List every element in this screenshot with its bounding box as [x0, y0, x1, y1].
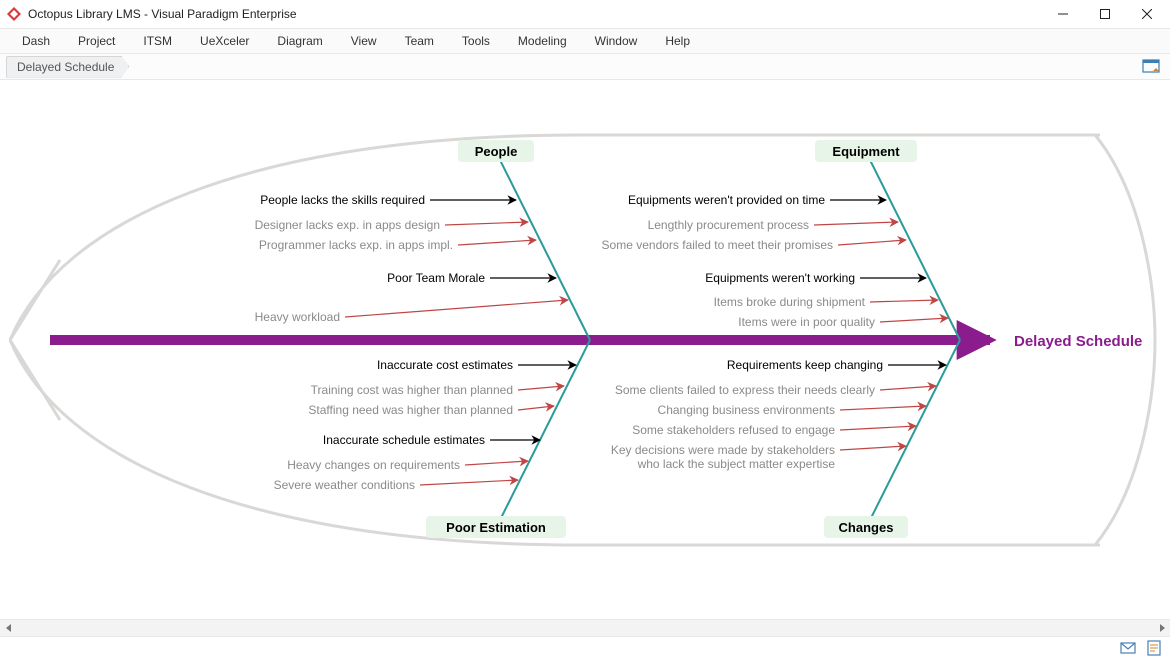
- equipment-p2s1[interactable]: Items broke during shipment: [714, 295, 866, 309]
- people-p2[interactable]: Poor Team Morale: [387, 271, 485, 285]
- estimation-p2[interactable]: Inaccurate schedule estimates: [323, 433, 485, 447]
- menu-dash[interactable]: Dash: [8, 30, 64, 52]
- bone-people[interactable]: People People lacks the skills required …: [255, 140, 590, 340]
- estimation-p1s1[interactable]: Training cost was higher than planned: [311, 383, 513, 397]
- changes-p1s3[interactable]: Some stakeholders refused to engage: [632, 423, 835, 437]
- maximize-button[interactable]: [1084, 0, 1126, 28]
- breadcrumb-tab[interactable]: Delayed Schedule: [6, 56, 129, 78]
- category-estimation-label: Poor Estimation: [446, 520, 546, 535]
- menu-modeling[interactable]: Modeling: [504, 30, 581, 52]
- equipment-p1s2[interactable]: Some vendors failed to meet their promis…: [602, 238, 833, 252]
- menu-itsm[interactable]: ITSM: [129, 30, 186, 52]
- bone-equipment[interactable]: Equipment Equipments weren't provided on…: [602, 140, 960, 340]
- changes-p1s2[interactable]: Changing business environments: [658, 403, 835, 417]
- fish-tail-bottom: [10, 340, 60, 420]
- effect-label[interactable]: Delayed Schedule: [1014, 333, 1142, 350]
- menu-bar: Dash Project ITSM UeXceler Diagram View …: [0, 28, 1170, 54]
- estimation-p1[interactable]: Inaccurate cost estimates: [377, 358, 513, 372]
- panel-toggle-icon[interactable]: [1142, 58, 1160, 76]
- menu-window[interactable]: Window: [581, 30, 652, 52]
- horizontal-scrollbar[interactable]: [0, 620, 1170, 637]
- status-bar: [0, 637, 1170, 658]
- people-p1[interactable]: People lacks the skills required: [260, 193, 425, 207]
- changes-p1s4b[interactable]: who lack the subject matter expertise: [637, 457, 836, 471]
- category-changes-label: Changes: [839, 520, 894, 535]
- fish-outline-top: [10, 135, 1100, 340]
- tab-bar: Delayed Schedule: [0, 54, 1170, 80]
- menu-diagram[interactable]: Diagram: [263, 30, 336, 52]
- window-title: Octopus Library LMS - Visual Paradigm En…: [28, 7, 1042, 21]
- changes-p1[interactable]: Requirements keep changing: [727, 358, 883, 372]
- people-p1s2[interactable]: Programmer lacks exp. in apps impl.: [259, 238, 453, 252]
- estimation-p2s2[interactable]: Severe weather conditions: [274, 478, 415, 492]
- changes-p1s1[interactable]: Some clients failed to express their nee…: [615, 383, 875, 397]
- people-p1s1[interactable]: Designer lacks exp. in apps design: [255, 218, 440, 232]
- people-p2s1[interactable]: Heavy workload: [255, 310, 340, 324]
- fish-outline-bottom: [10, 340, 1100, 545]
- close-button[interactable]: [1126, 0, 1168, 28]
- menu-project[interactable]: Project: [64, 30, 129, 52]
- equipment-p2[interactable]: Equipments weren't working: [705, 271, 855, 285]
- category-people-label: People: [475, 144, 518, 159]
- equipment-p1s1[interactable]: Lengthly procurement process: [648, 218, 809, 232]
- bone-estimation[interactable]: Poor Estimation Inaccurate cost estimate…: [274, 340, 590, 538]
- equipment-p2s2[interactable]: Items were in poor quality: [738, 315, 875, 329]
- estimation-p2s1[interactable]: Heavy changes on requirements: [287, 458, 460, 472]
- title-bar: Octopus Library LMS - Visual Paradigm En…: [0, 0, 1170, 28]
- diagram-canvas[interactable]: Delayed Schedule People People lacks the…: [0, 80, 1170, 620]
- app-logo-icon: [6, 6, 22, 22]
- menu-help[interactable]: Help: [651, 30, 704, 52]
- menu-team[interactable]: Team: [391, 30, 448, 52]
- category-equipment-label: Equipment: [832, 144, 900, 159]
- menu-view[interactable]: View: [337, 30, 391, 52]
- minimize-button[interactable]: [1042, 0, 1084, 28]
- mail-icon[interactable]: [1120, 640, 1136, 656]
- scroll-right-icon[interactable]: [1153, 620, 1170, 636]
- scroll-left-icon[interactable]: [0, 620, 17, 636]
- changes-p1s4a[interactable]: Key decisions were made by stakeholders: [611, 443, 835, 457]
- equipment-p1[interactable]: Equipments weren't provided on time: [628, 193, 825, 207]
- bone-changes[interactable]: Changes Requirements keep changing Some …: [611, 340, 960, 538]
- menu-tools[interactable]: Tools: [448, 30, 504, 52]
- menu-uexceler[interactable]: UeXceler: [186, 30, 263, 52]
- scroll-track[interactable]: [17, 620, 1153, 636]
- estimation-p1s2[interactable]: Staffing need was higher than planned: [308, 403, 513, 417]
- note-icon[interactable]: [1146, 640, 1162, 656]
- fish-tail-top: [10, 260, 60, 340]
